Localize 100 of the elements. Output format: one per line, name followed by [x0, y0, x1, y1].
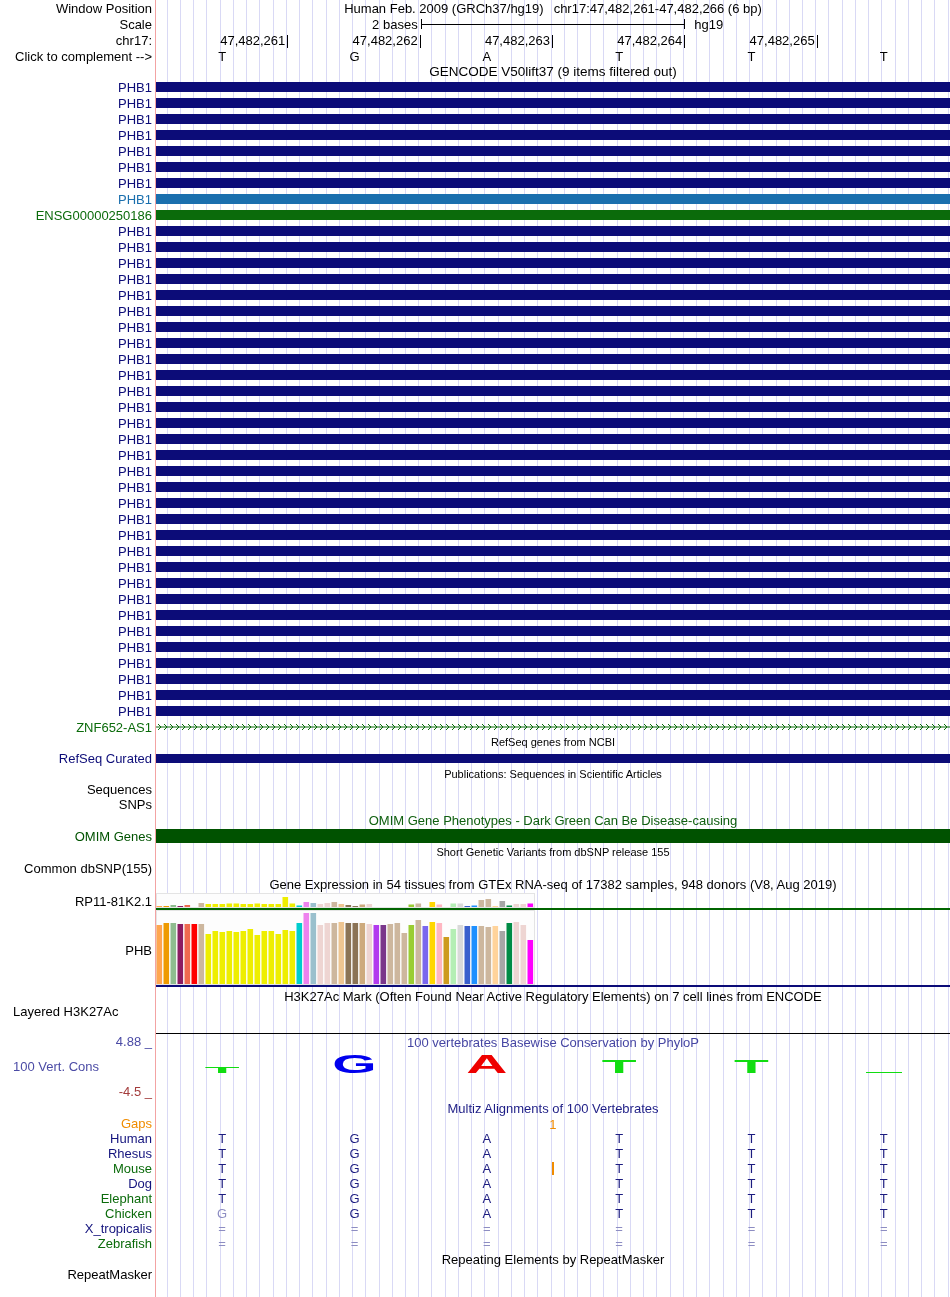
dna-base[interactable]: T — [879, 49, 888, 63]
aligned-base: T — [615, 1207, 624, 1220]
track-label: PHB1 — [118, 176, 152, 190]
aligned-base: A — [482, 1207, 492, 1220]
aligned-base: T — [879, 1162, 888, 1175]
position-range: chr17:47,482,261-47,482,266 (6 bp) — [553, 1, 762, 15]
track-label: PHB1 — [118, 272, 152, 286]
axis-min-label: -4.5 _ — [118, 1086, 152, 1098]
track-title: RefSeq genes from NCBI — [490, 737, 616, 748]
track-label: PHB1 — [118, 240, 152, 254]
species-label: Elephant — [100, 1192, 152, 1205]
dna-base[interactable]: G — [349, 49, 360, 63]
aligned-base: G — [349, 1132, 360, 1145]
aligned-base: T — [747, 1147, 756, 1160]
track-title: Gene Expression in 54 tissues from GTEx RNA-seq of 17382 samples, 948 donors (V8, Aug 2019) — [269, 877, 837, 891]
aligned-base: = — [615, 1237, 623, 1250]
ruler-position: 47,482,263 — [484, 33, 550, 47]
dna-base[interactable]: A — [482, 49, 492, 63]
dna-base[interactable]: T — [615, 49, 624, 63]
dna-base[interactable]: T — [218, 49, 227, 63]
conservation-letter: G — [332, 1049, 377, 1078]
track-label: PHB1 — [118, 496, 152, 510]
aligned-base: T — [747, 1192, 756, 1205]
track-label: PHB1 — [118, 144, 152, 158]
aligned-base: = — [350, 1222, 359, 1235]
track-label: PHB1 — [118, 400, 152, 414]
track-label: PHB1 — [118, 192, 152, 206]
track-title: H3K27Ac Mark (Often Found Near Active Regulatory Elements) on 7 cell lines from ENCODE — [284, 989, 822, 1003]
aligned-base: T — [747, 1207, 756, 1220]
track-label: Gaps — [120, 1117, 152, 1130]
track-label: PHB1 — [118, 112, 152, 126]
axis-max-label: 4.88 _ — [115, 1036, 152, 1048]
species-label: X_tropicalis — [84, 1222, 152, 1235]
track-label: ZNF652-AS1 — [76, 720, 152, 734]
track-label: OMIM Genes — [74, 829, 152, 843]
aligned-base: T — [879, 1177, 888, 1190]
dna-base[interactable]: T — [747, 49, 756, 63]
species-label: Zebrafish — [97, 1237, 152, 1250]
ruler-position: 47,482,264 — [617, 33, 683, 47]
track-label: PHB1 — [118, 640, 152, 654]
aligned-base: A — [482, 1177, 492, 1190]
track-label: PHB1 — [118, 480, 152, 494]
track-title: Multiz Alignments of 100 Vertebrates — [447, 1101, 659, 1115]
aligned-base: = — [880, 1222, 888, 1235]
track-label: PHB1 — [118, 592, 152, 606]
conservation-letter: T — [601, 1056, 637, 1077]
track-label: 100 Vert. Cons — [13, 1061, 99, 1073]
gene-label: RP11-81K2.1 — [74, 894, 152, 908]
species-label: Human — [110, 1132, 152, 1145]
aligned-base: A — [482, 1147, 492, 1160]
track-label: PHB1 — [118, 512, 152, 526]
aligned-base: A — [482, 1192, 492, 1205]
scale-length: 2 bases — [372, 17, 419, 31]
aligned-base: T — [218, 1132, 227, 1145]
aligned-base: = — [483, 1237, 491, 1250]
ruler-tick — [552, 34, 553, 48]
ruler-tick — [816, 34, 818, 48]
track-label: Layered H3K27Ac — [13, 1005, 119, 1018]
aligned-base: T — [218, 1147, 227, 1160]
track-label: RefSeq Curated — [58, 751, 152, 765]
aligned-base: T — [615, 1132, 624, 1145]
gene-bar[interactable] — [156, 753, 950, 763]
species-label: Chicken — [105, 1207, 152, 1220]
track-label: PHB1 — [118, 688, 152, 702]
aligned-base: = — [747, 1222, 756, 1235]
aligned-base: G — [349, 1147, 360, 1160]
aligned-base: = — [615, 1222, 623, 1235]
track-title: Publications: Sequences in Scientific Articles — [444, 768, 662, 780]
aligned-base: G — [349, 1207, 360, 1220]
conservation-letter: A — [466, 1049, 508, 1078]
track-label: ENSG00000250186 — [35, 208, 152, 222]
aligned-base: T — [879, 1132, 888, 1145]
aligned-base: = — [880, 1237, 888, 1250]
tissue-expression-bars[interactable] — [156, 913, 534, 984]
aligned-base: = — [350, 1237, 359, 1250]
aligned-base: T — [747, 1177, 756, 1190]
track-label: PHB1 — [118, 576, 152, 590]
aligned-base: G — [217, 1207, 228, 1220]
track-label: PHB1 — [118, 672, 152, 686]
row-label: Window Position — [55, 1, 152, 15]
ruler-position: 47,482,261 — [220, 33, 286, 47]
assembly-label: hg19 — [693, 17, 724, 31]
aligned-base: T — [879, 1207, 888, 1220]
aligned-base: = — [218, 1237, 226, 1250]
aligned-base: A — [482, 1132, 492, 1145]
chromosome-label: chr17: — [115, 33, 152, 47]
track-label: PHB1 — [118, 624, 152, 638]
track-label: PHB1 — [118, 256, 152, 270]
species-label: Rhesus — [107, 1147, 152, 1160]
track-label: PHB1 — [118, 448, 152, 462]
track-title: OMIM Gene Phenotypes - Dark Green Can Be Disease-causing — [368, 813, 738, 827]
track-label: PHB1 — [118, 304, 152, 318]
aligned-base: A — [482, 1162, 492, 1175]
species-label: Mouse — [112, 1162, 152, 1175]
gene-label: PHB — [125, 944, 152, 957]
aligned-base: G — [349, 1162, 360, 1175]
aligned-base: T — [218, 1192, 227, 1205]
track-label: PHB1 — [118, 96, 152, 110]
ruler-position: 47,482,265 — [749, 33, 815, 47]
strand-arrow-line[interactable] — [156, 723, 950, 731]
